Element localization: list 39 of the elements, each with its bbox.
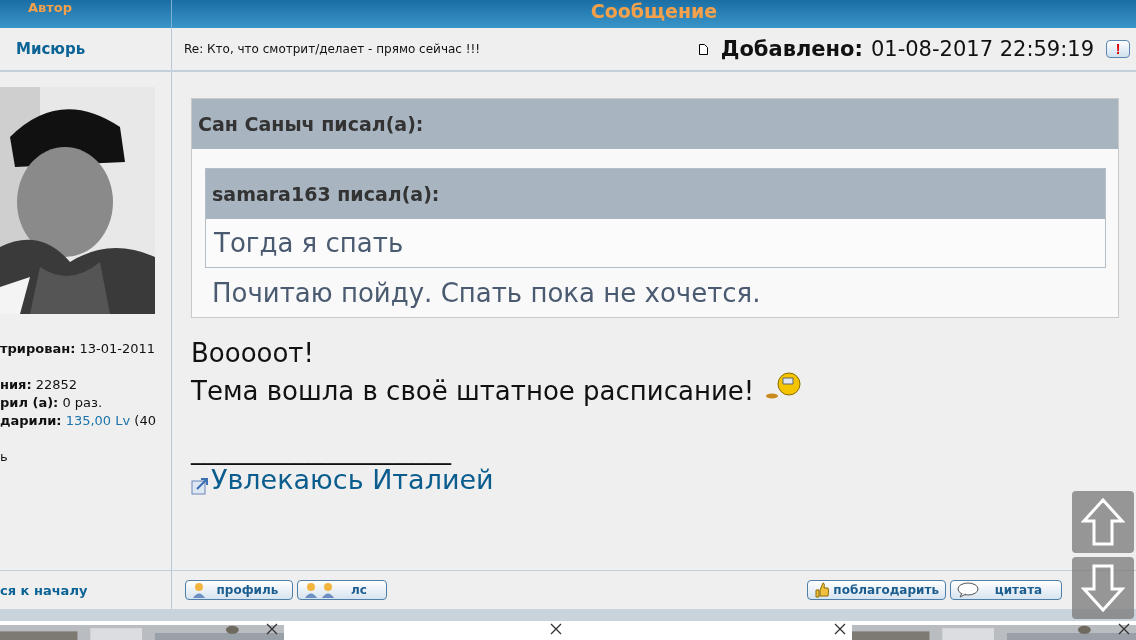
down-arrow-icon [1081, 563, 1125, 613]
close-icon[interactable] [550, 623, 562, 635]
close-icon[interactable] [266, 623, 278, 635]
close-icon[interactable] [1118, 623, 1130, 635]
message-column-heading: Сообщение [590, 0, 718, 24]
message-text: Тема вошла в своё штатное расписание! [191, 375, 755, 409]
speech-bubble-icon [957, 582, 979, 598]
quote-text: Почитаю пойду. Спать пока не хочется. [211, 277, 762, 310]
added-date: 01-08-2017 22:59:19 [870, 37, 1094, 61]
profile-field: трирован: 13-01-2011 [0, 341, 156, 356]
profile-field: ния: 22852 [0, 377, 78, 392]
author-column-heading: Автор [28, 0, 73, 15]
user-icon [321, 582, 335, 598]
message-button[interactable]: лс [297, 580, 387, 600]
thumbs-up-icon [814, 582, 831, 598]
user-icon [304, 582, 318, 598]
back-to-top-link[interactable]: ся к началу [0, 582, 88, 598]
quote-header: Сан Саныч писал(а): [192, 99, 1118, 149]
profile-button[interactable]: профиль [185, 580, 293, 600]
close-icon[interactable] [834, 623, 846, 635]
post-subject: Re: Кто, что смотрит/делает - прямо сейчас !!! [184, 42, 481, 56]
scroll-up-button[interactable] [1072, 491, 1134, 553]
author-name[interactable]: Мисюрь [16, 40, 86, 58]
profile-field: рил (а): 0 раз. [0, 395, 103, 410]
report-button[interactable]: ! [1106, 40, 1130, 58]
quote-header: samara163 писал(а): [206, 169, 1105, 219]
message-text: Вооооот! [191, 337, 314, 371]
external-link-icon [191, 477, 209, 496]
profile-field: ь [0, 449, 8, 464]
quote-text: Тогда я спать [213, 227, 405, 260]
thanks-button[interactable]: поблагодарить [807, 580, 946, 600]
profile-field-value: (40 [134, 413, 156, 428]
up-arrow-icon [1081, 497, 1125, 547]
user-icon [192, 582, 206, 598]
profile-field-label: дарили: [0, 413, 62, 428]
document-icon [698, 43, 708, 55]
added-label: Добавлено: [720, 37, 863, 61]
thanks-amount-link[interactable]: 135,00 Lv [65, 413, 131, 428]
quote-button[interactable]: цитата [950, 580, 1062, 600]
